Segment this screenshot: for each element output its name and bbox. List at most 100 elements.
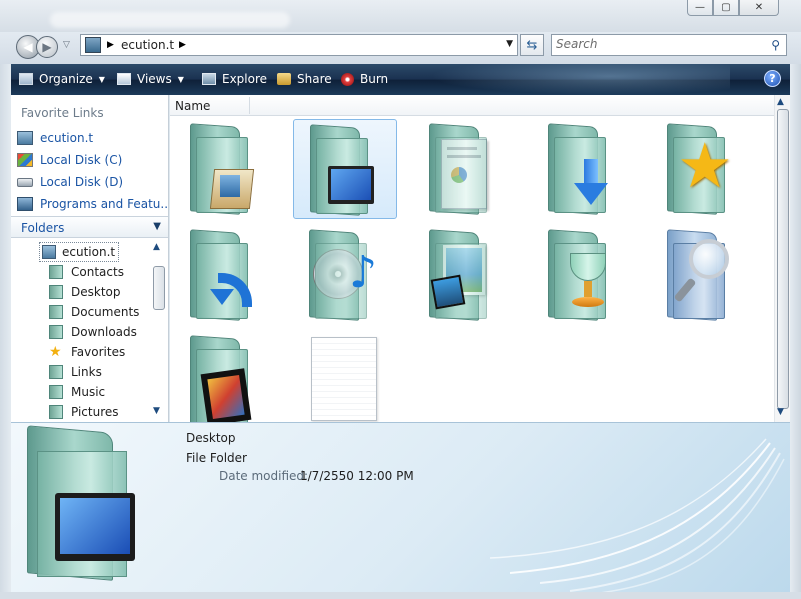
back-arrow-icon: ◀: [23, 40, 33, 54]
tree-root-label: ecution.t: [62, 245, 116, 259]
favorites-icon: ★: [49, 344, 62, 360]
contacts-icon: [49, 265, 63, 279]
scroll-up-icon[interactable]: ▲: [153, 242, 160, 252]
breadcrumb-path[interactable]: ecution.t: [121, 38, 174, 52]
views-button[interactable]: Views ▼: [117, 72, 184, 86]
favorite-link-label: Programs and Featu...: [40, 197, 169, 211]
tree-item-label: Links: [71, 365, 102, 379]
details-type: File Folder: [186, 451, 247, 465]
tree-item-label: Downloads: [71, 325, 137, 339]
folders-header[interactable]: Folders ▼: [11, 216, 168, 238]
favorite-link-label: Local Disk (D): [40, 175, 124, 189]
name-column-header[interactable]: Name: [175, 99, 210, 113]
window-border-right: [790, 64, 801, 592]
tree-item-music[interactable]: Music: [49, 382, 105, 402]
tree-item-contacts[interactable]: Contacts: [49, 262, 124, 282]
tree-item-links[interactable]: Links: [49, 362, 102, 382]
forward-arrow-icon: ▶: [42, 40, 52, 54]
links-folder-icon: [190, 229, 252, 321]
scroll-thumb[interactable]: [777, 109, 789, 409]
tile-links[interactable]: [174, 225, 278, 325]
organize-label: Organize: [39, 72, 93, 86]
tree-item-downloads[interactable]: Downloads: [49, 322, 137, 342]
tree-item-label: Music: [71, 385, 106, 399]
folders-scrollbar[interactable]: ▲ ▼: [151, 240, 167, 422]
scroll-down-icon[interactable]: ▼: [777, 407, 784, 417]
scroll-up-icon[interactable]: ▲: [777, 97, 784, 107]
search-icon[interactable]: ⚲: [771, 38, 780, 52]
tile-videos[interactable]: [174, 331, 278, 422]
minimize-button[interactable]: —: [687, 0, 713, 16]
breadcrumb-arrow-icon[interactable]: ▶: [107, 40, 114, 50]
maximize-button[interactable]: ▢: [713, 0, 739, 16]
tile-searches[interactable]: [651, 225, 755, 325]
videos-folder-icon: [190, 335, 252, 422]
tile-blank-file[interactable]: [293, 331, 397, 422]
details-date-value: 1/7/2550 12:00 PM: [300, 469, 414, 483]
links-icon: [49, 365, 63, 379]
tree-item-desktop[interactable]: Desktop: [49, 282, 121, 302]
window-controls: — ▢ ✕: [687, 0, 779, 16]
views-icon: [117, 73, 131, 85]
user-folder-icon: [85, 37, 101, 53]
help-icon[interactable]: ?: [764, 70, 781, 87]
tile-documents[interactable]: [413, 119, 517, 219]
tree-item-favorites[interactable]: ★ Favorites: [49, 342, 125, 362]
scroll-thumb[interactable]: [153, 266, 165, 310]
favorite-link-label: Local Disk (C): [40, 153, 123, 167]
tile-downloads[interactable]: [532, 119, 636, 219]
tile-contacts[interactable]: [174, 119, 278, 219]
details-pane: Desktop File Folder Date modified: 1/7/2…: [11, 422, 790, 592]
favorite-link-user[interactable]: ecution.t: [17, 128, 93, 148]
programs-icon: [17, 197, 33, 211]
breadcrumb-arrow-icon[interactable]: ▶: [179, 40, 186, 50]
tile-music[interactable]: ♪: [293, 225, 397, 325]
favorite-links-title: Favorite Links: [21, 106, 104, 120]
explore-button[interactable]: Explore: [202, 72, 267, 86]
search-box[interactable]: ⚲: [551, 34, 787, 56]
share-label: Share: [297, 72, 332, 86]
favorite-link-local-disk-c[interactable]: Local Disk (C): [17, 150, 122, 170]
tree-item-label: Pictures: [71, 405, 119, 419]
file-list-scrollbar[interactable]: ▲ ▼: [774, 95, 790, 422]
address-bar[interactable]: ▶ ecution.t ▶ ▼: [80, 34, 518, 56]
chevron-down-icon[interactable]: ▼: [506, 39, 513, 49]
searches-folder-icon: [667, 229, 729, 321]
close-button[interactable]: ✕: [739, 0, 779, 16]
burn-icon: [341, 72, 354, 86]
tree-item-label: Contacts: [71, 265, 124, 279]
tree-item-pictures[interactable]: Pictures: [49, 402, 119, 422]
forward-button[interactable]: ▶: [36, 36, 58, 58]
tree-root-user[interactable]: ecution.t: [39, 242, 120, 262]
tile-favorites[interactable]: ★: [651, 119, 755, 219]
tile-pictures[interactable]: [413, 225, 517, 325]
window-border-bottom: [0, 592, 801, 599]
scroll-down-icon[interactable]: ▼: [153, 406, 160, 416]
pictures-icon: [49, 405, 63, 419]
recent-pages-icon[interactable]: ▽: [63, 40, 70, 50]
chevron-down-icon[interactable]: ▼: [153, 221, 161, 232]
tile-desktop[interactable]: [293, 119, 397, 219]
burn-button[interactable]: Burn: [341, 72, 388, 86]
explore-label: Explore: [222, 72, 268, 86]
burn-label: Burn: [360, 72, 389, 86]
share-button[interactable]: Share: [277, 72, 332, 86]
tree-item-label: Documents: [71, 305, 140, 319]
favorites-folder-icon: ★: [667, 123, 733, 215]
column-separator[interactable]: [249, 97, 250, 114]
windows-drive-icon: [17, 153, 33, 167]
refresh-button[interactable]: ⇆: [520, 34, 544, 56]
window-border-left: [0, 64, 11, 592]
tile-saved-games[interactable]: [532, 225, 636, 325]
organize-icon: [19, 73, 33, 85]
favorite-link-programs[interactable]: Programs and Featu...: [17, 194, 169, 214]
views-label: Views: [137, 72, 172, 86]
details-date-label: Date modified:: [219, 469, 309, 483]
details-name: Desktop: [186, 431, 236, 445]
search-input[interactable]: [556, 37, 756, 51]
tree-item-documents[interactable]: Documents: [49, 302, 139, 322]
title-bar[interactable]: — ▢ ✕: [0, 0, 801, 32]
navigation-pane: Favorite Links ecution.t Local Disk (C) …: [11, 95, 169, 422]
favorite-link-local-disk-d[interactable]: Local Disk (D): [17, 172, 123, 192]
organize-button[interactable]: Organize ▼: [19, 72, 105, 86]
